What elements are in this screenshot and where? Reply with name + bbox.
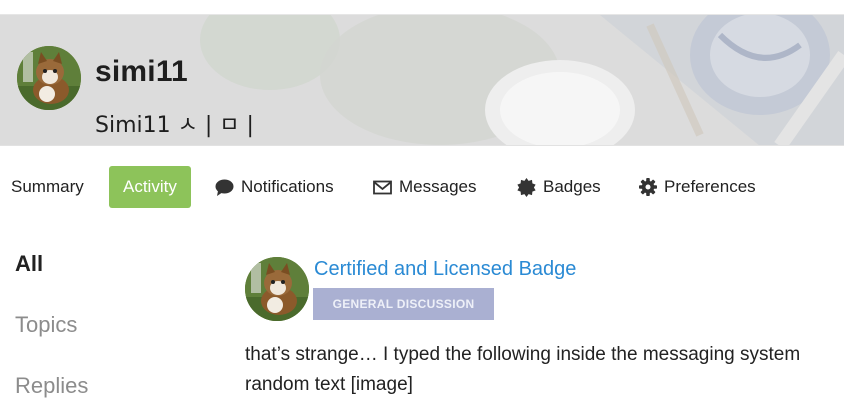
tab-notifications-label: Notifications <box>241 177 334 196</box>
cat-photo-icon <box>245 257 309 321</box>
tab-preferences-label: Preferences <box>664 177 756 196</box>
post-excerpt-line: random text [image] <box>245 374 413 395</box>
profile-full-name: Simi11 ㅅ | ㅁ | <box>95 113 254 138</box>
tab-notifications[interactable]: Notifications <box>215 166 334 208</box>
profile-nav: Summary Activity Notifications Messages … <box>0 166 844 208</box>
banner-divider <box>0 145 844 146</box>
tab-badges[interactable]: Badges <box>517 166 601 208</box>
speech-bubble-icon <box>215 179 234 196</box>
category-badge[interactable]: GENERAL DISCUSSION <box>313 288 494 320</box>
topic-title-link[interactable]: Certified and Licensed Badge <box>314 258 576 281</box>
envelope-icon <box>373 180 392 194</box>
sidebar-item-replies[interactable]: Replies <box>15 373 88 399</box>
gear-icon <box>639 178 657 196</box>
tab-activity-label: Activity <box>123 177 177 196</box>
post-excerpt-line: that’s strange… I typed the following in… <box>245 344 801 365</box>
profile-username: simi11 <box>95 55 188 88</box>
cat-photo-icon <box>17 46 81 110</box>
tab-messages-label: Messages <box>399 177 477 196</box>
post-excerpt: that’s strange… I typed the following in… <box>245 340 844 400</box>
tab-activity[interactable]: Activity <box>109 166 191 208</box>
profile-banner: simi11 Simi11 ㅅ | ㅁ | <box>0 14 844 145</box>
tab-badges-label: Badges <box>543 177 601 196</box>
tab-summary-label: Summary <box>11 177 84 196</box>
tab-messages[interactable]: Messages <box>373 166 476 208</box>
tab-preferences[interactable]: Preferences <box>639 166 756 208</box>
profile-avatar[interactable] <box>17 46 81 110</box>
certificate-icon <box>517 177 536 197</box>
sidebar-item-topics[interactable]: Topics <box>15 312 77 338</box>
post-author-avatar[interactable] <box>245 257 309 321</box>
sidebar-item-all[interactable]: All <box>15 251 43 277</box>
tab-summary[interactable]: Summary <box>11 166 84 208</box>
